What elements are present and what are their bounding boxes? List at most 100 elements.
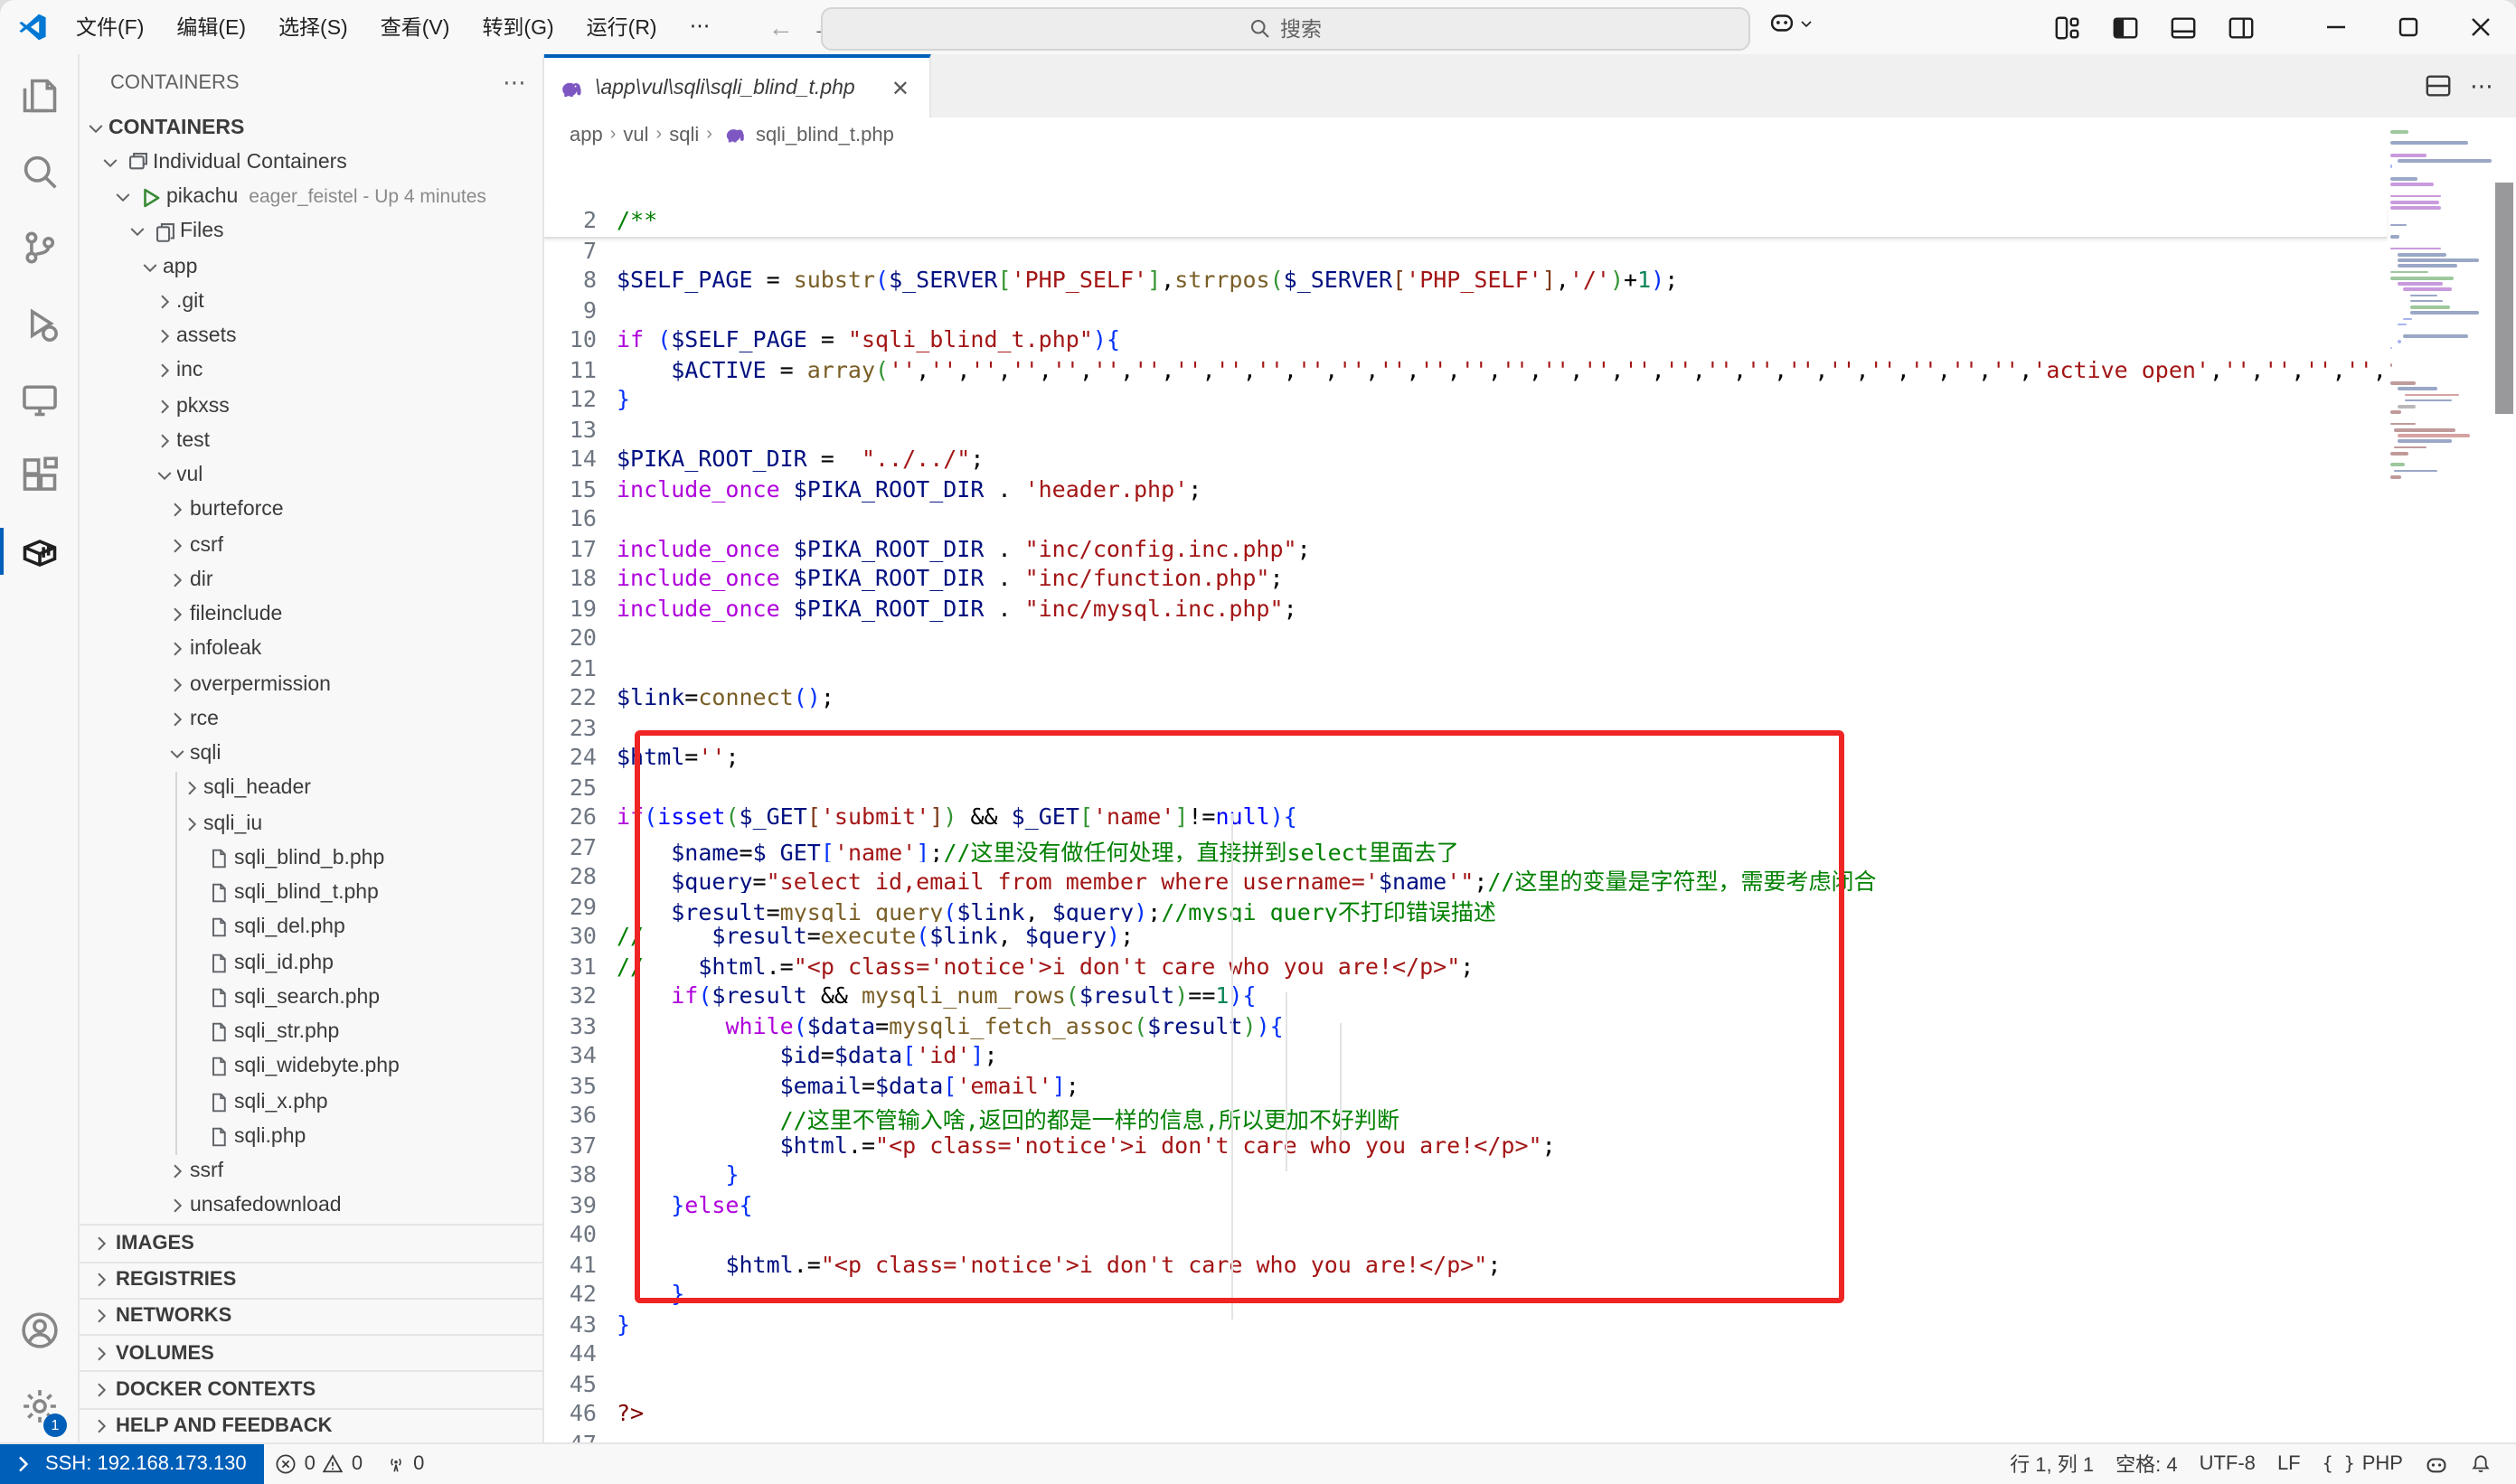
copilot-status[interactable] [2414, 1444, 2459, 1484]
activity-search-icon[interactable] [0, 134, 78, 210]
sidebar-item-infoleak[interactable]: infoleak [80, 633, 542, 668]
activity-source-control-icon[interactable] [0, 210, 78, 286]
code-line-32[interactable]: 32 if($result && mysqli_num_rows($result… [544, 982, 2387, 1011]
menu-v[interactable]: 查看(V) [366, 7, 465, 47]
sidebar-item-files[interactable]: Files [80, 215, 542, 250]
sidebar-item-inc[interactable]: inc [80, 354, 542, 390]
eol-setting[interactable]: LF [2266, 1444, 2312, 1484]
command-center-search[interactable]: 搜索 [821, 7, 1750, 51]
sidebar-item-app[interactable]: app [80, 249, 542, 285]
section-help-and-feedback[interactable]: HELP AND FEEDBACK [80, 1407, 542, 1444]
menu-s[interactable]: 选择(S) [264, 7, 363, 47]
tab-sqli-blind-t-php[interactable]: \app\vul\sqli\sqli_blind_t.php ✕ [544, 54, 931, 117]
activity-account-icon[interactable] [0, 1292, 78, 1368]
code-line-19[interactable]: 19include_once $PIKA_ROOT_DIR . "inc/mys… [544, 594, 2387, 624]
sidebar-item-rce[interactable]: rce [80, 702, 542, 737]
code-line-11[interactable]: 11 $ACTIVE = array('','','','','','','',… [544, 355, 2387, 385]
sidebar-item-sqli-search-php[interactable]: sqli_search.php [80, 981, 542, 1016]
activity-containers-icon[interactable] [0, 513, 78, 589]
code-line-24[interactable]: 24$html=''; [544, 743, 2387, 773]
code-line-46[interactable]: 46?> [544, 1399, 2387, 1429]
section-registries[interactable]: REGISTRIES [80, 1261, 542, 1298]
code-line-22[interactable]: 22$link=connect(); [544, 683, 2387, 713]
editor-scrollbar[interactable] [2492, 117, 2516, 1444]
code-line-37[interactable]: 37 $html.="<p class='notice'>i don't car… [544, 1131, 2387, 1160]
code-line-36[interactable]: 36 //这里不管输入啥,返回的都是一样的信息,所以更加不好判断 [544, 1101, 2387, 1131]
code-line-20[interactable]: 20 [544, 624, 2387, 653]
toggle-secondary-sidebar-icon[interactable] [2217, 5, 2264, 49]
code-line-40[interactable]: 40 [544, 1220, 2387, 1250]
code-line-21[interactable]: 21 [544, 653, 2387, 683]
problems-indicator[interactable]: 0 0 [265, 1444, 374, 1484]
sidebar-item-sqli-blind-t-php[interactable]: sqli_blind_t.php [80, 876, 542, 911]
nav-back-icon[interactable]: ← [768, 13, 794, 42]
code-line-31[interactable]: 31// $html.="<p class='notice'>i don't c… [544, 952, 2387, 982]
code-line-28[interactable]: 28 $query="select id,email from member w… [544, 862, 2387, 892]
sidebar-more-actions-icon[interactable]: ⋯ [503, 68, 528, 97]
toggle-sidebar-icon[interactable] [2101, 5, 2148, 49]
sidebar-item-test[interactable]: test [80, 424, 542, 459]
sidebar-item-dir[interactable]: dir [80, 563, 542, 598]
section-docker-contexts[interactable]: DOCKER CONTEXTS [80, 1371, 542, 1408]
sidebar-item-assets[interactable]: assets [80, 319, 542, 354]
code-line-33[interactable]: 33 while($data=mysqli_fetch_assoc($resul… [544, 1011, 2387, 1041]
section-networks[interactable]: NETWORKS [80, 1298, 542, 1335]
code-line-45[interactable]: 45 [544, 1369, 2387, 1399]
sidebar-item-sqli-x-php[interactable]: sqli_x.php [80, 1085, 542, 1120]
code-line-8[interactable]: 8$SELF_PAGE = substr($_SERVER['PHP_SELF'… [544, 266, 2387, 296]
code-area[interactable]: 78$SELF_PAGE = substr($_SERVER['PHP_SELF… [544, 236, 2387, 1444]
minimap[interactable] [2387, 117, 2492, 1444]
menu-r[interactable]: 运行(R) [572, 7, 672, 47]
sidebar-item-pkxss[interactable]: pkxss [80, 389, 542, 424]
split-editor-icon[interactable] [2425, 72, 2452, 99]
toggle-panel-icon[interactable] [2159, 5, 2206, 49]
code-line-43[interactable]: 43} [544, 1310, 2387, 1339]
sidebar-item-csrf[interactable]: csrf [80, 528, 542, 563]
cursor-position[interactable]: 行 1, 列 1 [1999, 1444, 2105, 1484]
sidebar-item-overpermission[interactable]: overpermission [80, 667, 542, 702]
menu-e[interactable]: 编辑(E) [162, 7, 260, 47]
code-line-15[interactable]: 15include_once $PIKA_ROOT_DIR . 'header.… [544, 474, 2387, 504]
code-line-30[interactable]: 30// $result=execute($link, $query); [544, 922, 2387, 952]
code-line-25[interactable]: 25 [544, 773, 2387, 803]
sidebar-item-burteforce[interactable]: burteforce [80, 493, 542, 529]
encoding-setting[interactable]: UTF-8 [2189, 1444, 2266, 1484]
indentation-setting[interactable]: 空格: 4 [2105, 1444, 2188, 1484]
sidebar-item-unsafedownload[interactable]: unsafedownload [80, 1189, 542, 1225]
activity-remote-explorer-icon[interactable] [0, 362, 78, 437]
sidebar-item-fileinclude[interactable]: fileinclude [80, 597, 542, 633]
breadcrumb-item[interactable]: app [570, 124, 603, 146]
code-line-23[interactable]: 23 [544, 713, 2387, 743]
notifications-bell[interactable] [2459, 1444, 2502, 1484]
activity-explorer-icon[interactable] [0, 58, 78, 134]
sidebar-item-pikachu[interactable]: pikachueager_feistel - Up 4 minutes [80, 180, 542, 215]
sidebar-item-sqli-id-php[interactable]: sqli_id.php [80, 945, 542, 981]
code-line-13[interactable]: 13 [544, 415, 2387, 445]
menu-g[interactable]: 转到(G) [467, 7, 568, 47]
sidebar-item-vul[interactable]: vul [80, 458, 542, 493]
code-line-38[interactable]: 38 } [544, 1160, 2387, 1190]
sidebar-item-sqli-header[interactable]: sqli_header [80, 772, 542, 807]
sidebar-item-sqli-str-php[interactable]: sqli_str.php [80, 1015, 542, 1050]
section-volumes[interactable]: VOLUMES [80, 1334, 542, 1371]
customize-layout-icon[interactable] [2043, 5, 2090, 49]
activity-run-debug-icon[interactable] [0, 286, 78, 362]
section-images[interactable]: IMAGES [80, 1224, 542, 1261]
sidebar-item-individual-containers[interactable]: Individual Containers [80, 146, 542, 181]
code-line-7[interactable]: 7 [544, 236, 2387, 266]
ports-indicator[interactable]: 0 [373, 1444, 435, 1484]
language-mode[interactable]: { }PHP [2312, 1444, 2414, 1484]
sidebar-item-sqli-del-php[interactable]: sqli_del.php [80, 911, 542, 946]
code-line-27[interactable]: 27 $name=$_GET['name'];//这里没有做任何处理，直接拼到s… [544, 832, 2387, 862]
breadcrumb-item[interactable]: sqli_blind_t.php [756, 124, 894, 146]
code-line-16[interactable]: 16 [544, 504, 2387, 534]
code-line-9[interactable]: 9 [544, 296, 2387, 325]
sidebar-item-sqli-blind-b-php[interactable]: sqli_blind_b.php [80, 841, 542, 877]
sidebar-item-sqli-php[interactable]: sqli.php [80, 1120, 542, 1155]
maximize-button[interactable] [2372, 0, 2445, 54]
code-line-42[interactable]: 42 } [544, 1280, 2387, 1310]
copilot-menu[interactable] [1768, 9, 1814, 36]
sidebar-item-containers[interactable]: CONTAINERS [80, 110, 542, 146]
editor-more-actions-icon[interactable]: ⋯ [2470, 71, 2495, 100]
breadcrumb-item[interactable]: vul [623, 124, 648, 146]
